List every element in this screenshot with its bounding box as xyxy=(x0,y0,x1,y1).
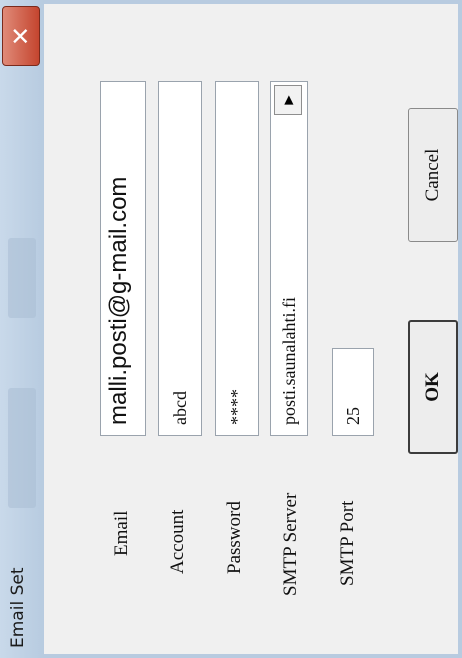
account-label: Account xyxy=(167,509,188,574)
title-bar: Email Set ✕ xyxy=(0,0,45,658)
close-icon: ✕ xyxy=(7,25,35,47)
dialog-body: Email Account Password SMTP Server SMTP … xyxy=(44,0,462,658)
window-title: Email Set xyxy=(8,567,28,648)
smtp-server-select[interactable]: posti.saunalahti.fi ▶ xyxy=(270,81,308,436)
email-field[interactable]: malli.posti@g-mail.com xyxy=(100,81,146,436)
title-bar-background xyxy=(8,238,36,318)
password-label: Password xyxy=(224,501,245,574)
account-field[interactable]: abcd xyxy=(158,81,202,436)
smtp-server-value: posti.saunalahti.fi xyxy=(279,297,299,425)
cancel-button[interactable]: Cancel xyxy=(408,108,458,242)
close-button[interactable]: ✕ xyxy=(2,6,40,66)
email-settings-dialog: Email Set ✕ Email Account Password SMTP … xyxy=(0,0,462,658)
title-bar-background xyxy=(8,388,36,508)
smtp-port-field[interactable]: 25 xyxy=(332,348,374,436)
ok-button[interactable]: OK xyxy=(408,320,458,454)
email-label: Email xyxy=(111,510,132,556)
smtp-server-label: SMTP Server xyxy=(280,492,301,596)
password-field[interactable]: **** xyxy=(215,81,259,436)
dropdown-arrow-icon[interactable]: ▶ xyxy=(274,85,302,115)
smtp-port-label: SMTP Port xyxy=(337,500,358,586)
